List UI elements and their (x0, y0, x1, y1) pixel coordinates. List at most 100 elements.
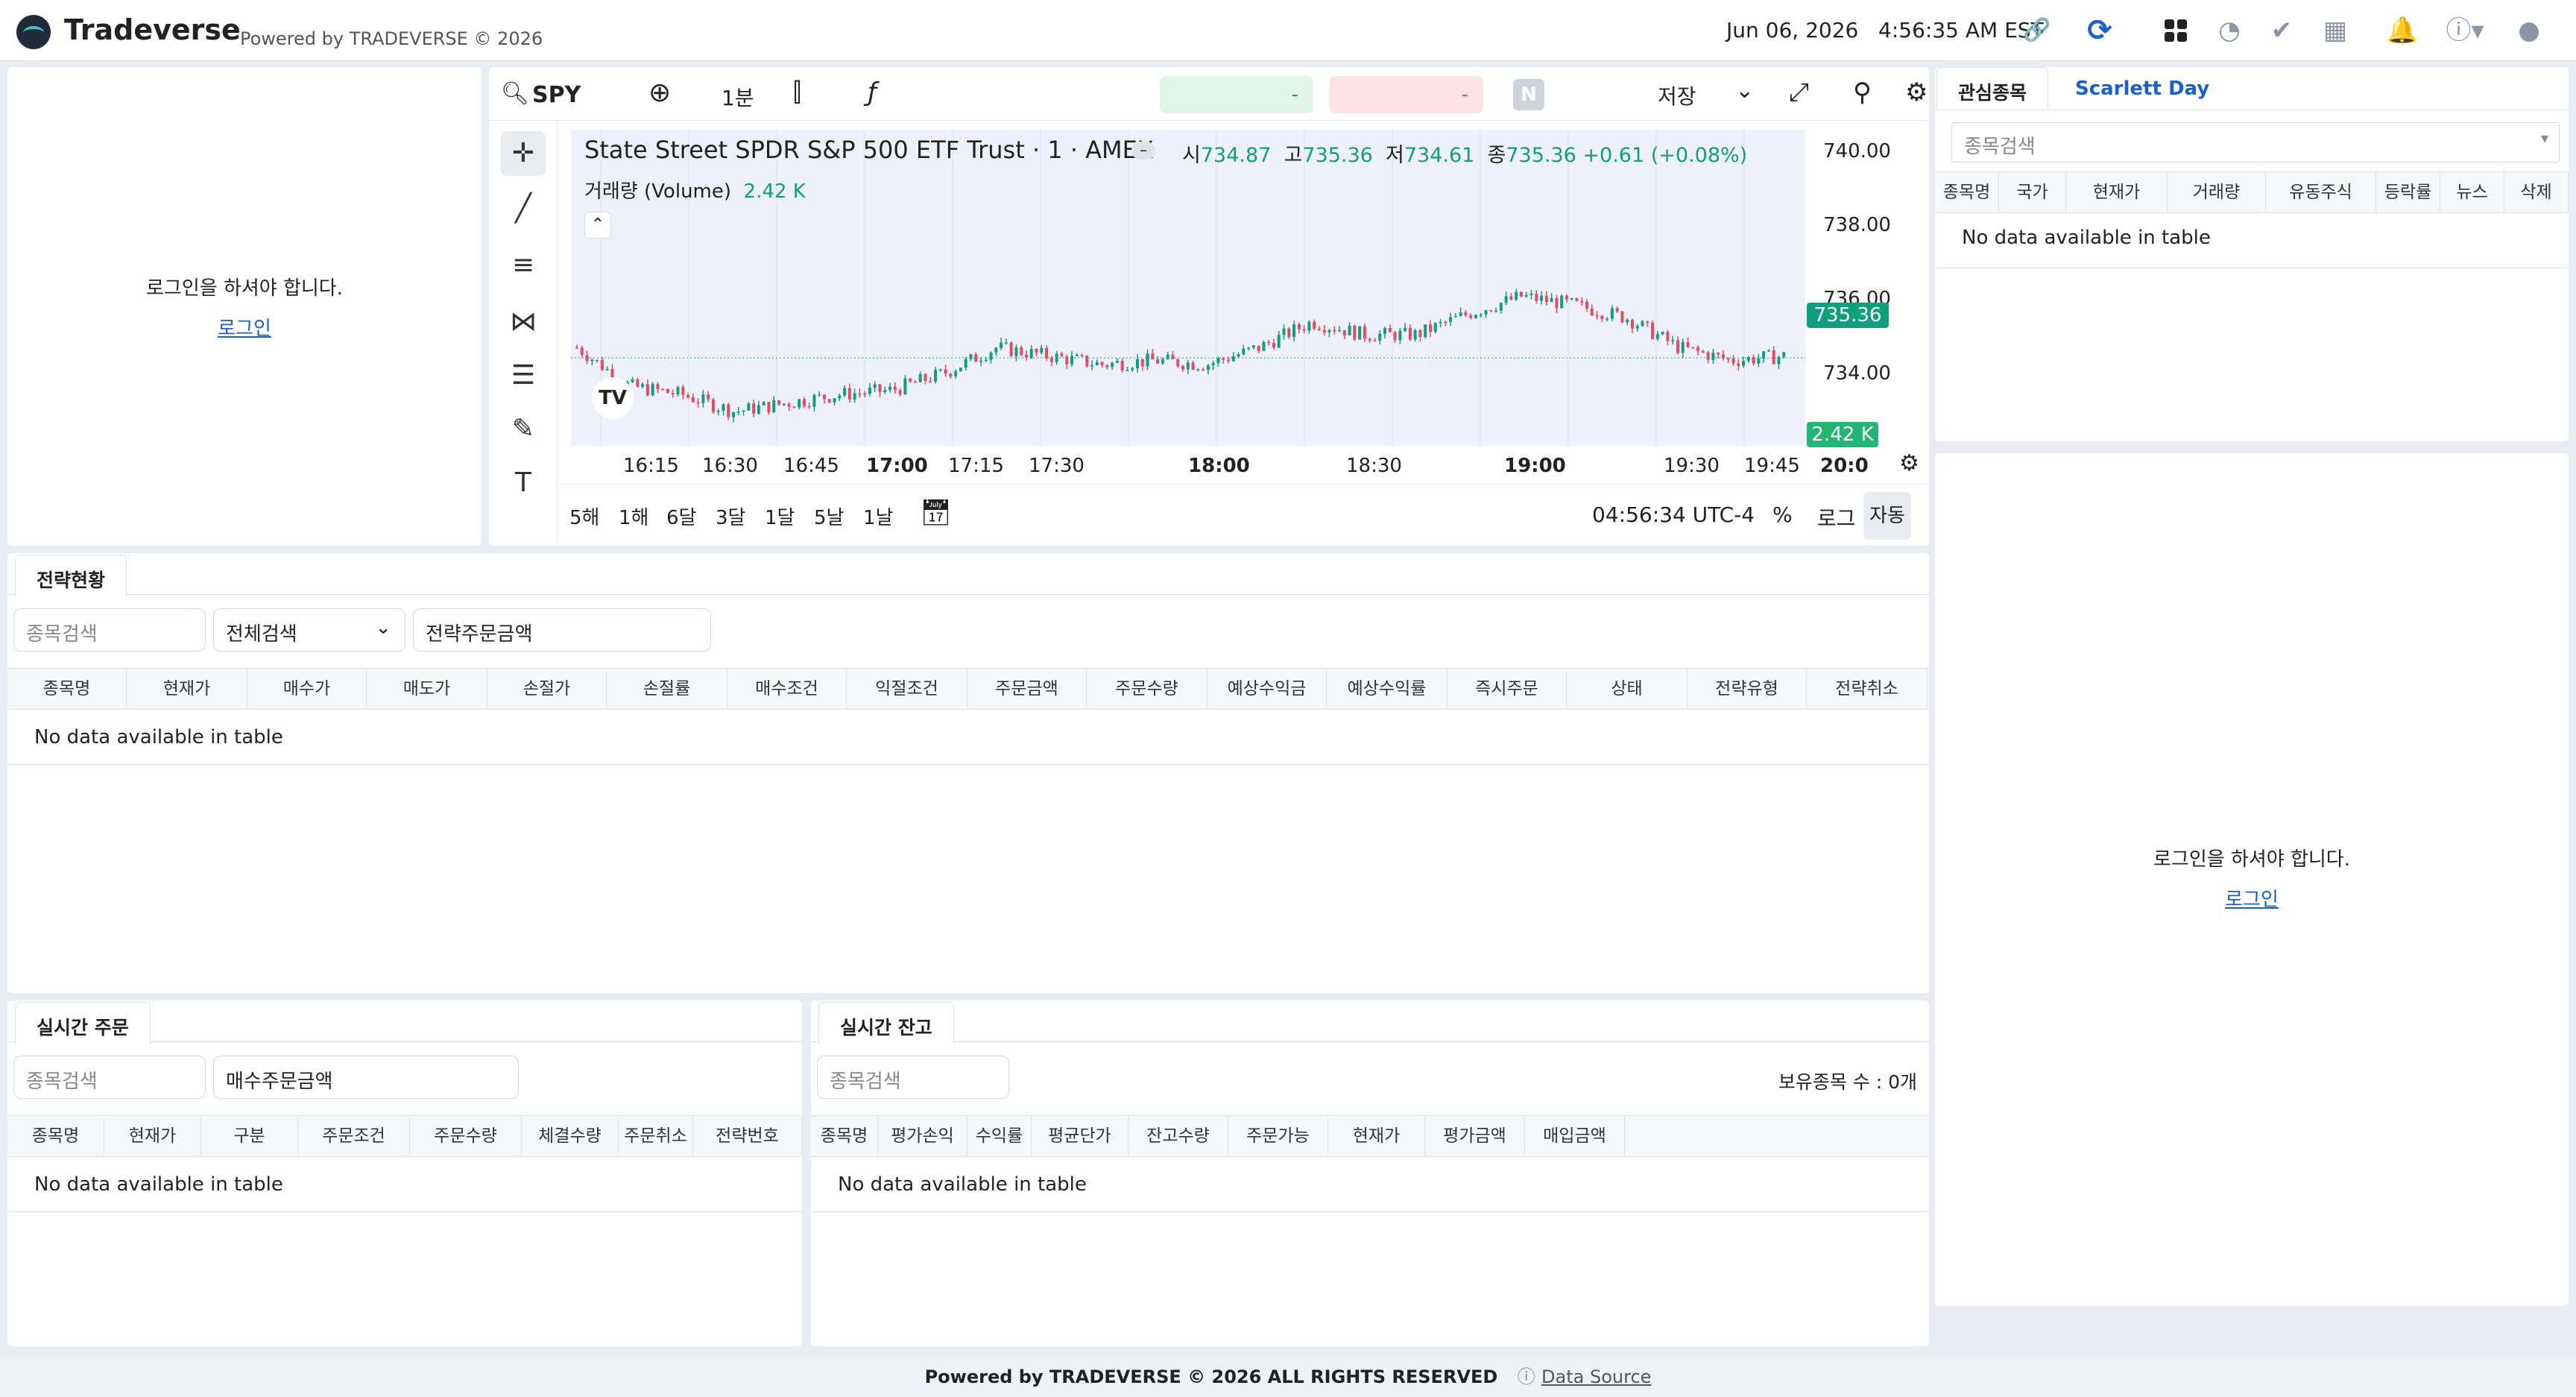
column-header[interactable]: 종목명 (1935, 172, 1999, 212)
column-header[interactable]: 손절률 (607, 669, 727, 709)
save-dropdown-chevron-icon[interactable]: ⌄ (1735, 78, 1754, 104)
price-axis[interactable]: 740.00 738.00 736.00 734.00 735.36 2.42 … (1805, 130, 1929, 447)
column-header[interactable]: 현재가 (1328, 1116, 1425, 1156)
column-header[interactable]: 체결수량 (522, 1116, 619, 1156)
fullscreen-icon[interactable]: ⤢ (1789, 78, 1809, 107)
range-5d[interactable]: 5날 (814, 502, 844, 530)
column-header[interactable]: 매수조건 (727, 669, 847, 709)
tab-realtime-balance[interactable]: 실시간 잔고 (818, 1002, 954, 1044)
tradingview-logo-icon[interactable]: TV (592, 377, 634, 419)
column-header[interactable]: 구분 (201, 1116, 298, 1156)
verified-badge-icon[interactable]: ✔ (2264, 13, 2299, 48)
range-5y[interactable]: 5해 (569, 502, 599, 530)
column-header[interactable]: 유동주식 (2266, 172, 2376, 212)
column-header[interactable]: 매도가 (367, 669, 487, 709)
login-link[interactable]: 로그인 (2225, 889, 2279, 911)
column-header[interactable]: 상태 (1567, 669, 1688, 709)
column-header[interactable]: 현재가 (104, 1116, 201, 1156)
column-header[interactable]: 전략유형 (1688, 669, 1807, 709)
crosshair-tool-icon[interactable]: ✛ (501, 131, 546, 176)
text-tool-icon[interactable]: T (501, 461, 546, 505)
tab-realtime-orders[interactable]: 실시간 주문 (15, 1002, 151, 1044)
compare-add-icon[interactable]: ⊕ (648, 78, 671, 108)
column-header[interactable]: 평가금액 (1425, 1116, 1525, 1156)
range-1y[interactable]: 1해 (619, 502, 648, 530)
time-axis[interactable]: 16:15 16:30 16:45 17:00 17:15 17:30 18:0… (558, 446, 1929, 485)
column-header[interactable]: 국가 (1999, 172, 2066, 212)
candle-type-icon[interactable]: ⫿ (793, 78, 801, 107)
range-1m[interactable]: 1달 (765, 502, 795, 530)
user-avatar-icon[interactable]: ● (2512, 13, 2546, 48)
apps-grid-icon[interactable] (2159, 13, 2193, 48)
column-header[interactable]: 주문수량 (410, 1116, 522, 1156)
column-header[interactable]: 등락률 (2376, 172, 2440, 212)
tradeverse-logo-icon[interactable] (16, 15, 51, 49)
column-header[interactable]: 예상수익금 (1208, 669, 1327, 709)
symbol-name[interactable]: SPY (532, 82, 581, 108)
tab-strategy-status[interactable]: 전략현황 (15, 555, 127, 596)
calculator-icon[interactable]: ▦ (2318, 13, 2352, 48)
symbol-search-icon[interactable]: 🔍︎ (501, 81, 529, 107)
login-link[interactable]: 로그인 (218, 318, 271, 340)
column-header[interactable]: 거래량 (2168, 172, 2266, 212)
ask-button[interactable]: - (1330, 76, 1483, 113)
column-header[interactable]: 종목명 (811, 1116, 878, 1156)
link-icon[interactable]: 🔗 (2020, 13, 2054, 48)
refresh-icon[interactable]: ⟳ (2083, 13, 2117, 48)
bell-icon[interactable]: 🔔 (2385, 13, 2419, 48)
range-1d[interactable]: 1날 (863, 502, 893, 530)
strategy-amount-input[interactable]: 전략주문금액 (413, 608, 711, 652)
percent-scale-toggle[interactable]: % (1772, 502, 1793, 527)
axis-settings-icon[interactable]: ⚙ (1899, 450, 1919, 476)
quick-search-icon[interactable]: ⚲ (1853, 78, 1872, 107)
column-header[interactable]: 주문가능 (1228, 1116, 1328, 1156)
column-header[interactable]: 전략번호 (693, 1116, 802, 1156)
column-header[interactable]: 삭제 (2504, 172, 2569, 212)
strategy-search-input[interactable]: 종목검색 (13, 608, 206, 652)
column-header[interactable]: 주문금액 (967, 669, 1087, 709)
tab-watchlist[interactable]: 관심종목 (1936, 67, 2049, 109)
settings-gear-icon[interactable]: ⚙ (1905, 78, 1928, 107)
column-header[interactable]: 전략취소 (1807, 669, 1928, 709)
column-header[interactable]: 주문수량 (1087, 669, 1208, 709)
balance-search-input[interactable]: 종목검색 (817, 1056, 1009, 1099)
column-header[interactable]: 예상수익률 (1327, 669, 1448, 709)
trend-line-tool-icon[interactable]: ╱ (501, 186, 546, 231)
collapse-legend-icon[interactable]: – (1131, 142, 1155, 160)
strategy-search-select[interactable]: 전체검색 ⌄ (213, 608, 405, 652)
strategy-gauge-icon[interactable]: ◔ (2212, 13, 2247, 48)
indicators-fx-icon[interactable]: ƒ (868, 78, 877, 107)
column-header[interactable]: 즉시주문 (1448, 669, 1567, 709)
interval-select[interactable]: 1분 (722, 82, 754, 112)
bid-button[interactable]: - (1160, 76, 1313, 113)
brush-tool-icon[interactable]: ✎ (501, 407, 546, 452)
log-scale-toggle[interactable]: 로그 (1817, 502, 1856, 532)
column-header[interactable]: 종목명 (7, 669, 127, 709)
range-6m[interactable]: 6달 (666, 502, 696, 530)
news-badge[interactable]: N (1513, 79, 1544, 110)
alert-menu-icon[interactable]: ⓘ▾ (2439, 13, 2491, 48)
column-header[interactable]: 종목명 (7, 1116, 104, 1156)
column-header[interactable]: 잔고수량 (1128, 1116, 1228, 1156)
tab-scarlett-day[interactable]: Scarlett Day (2075, 78, 2209, 100)
column-header[interactable]: 평가손익 (878, 1116, 967, 1156)
fib-lines-tool-icon[interactable]: ≡ (501, 243, 546, 288)
orders-search-input[interactable]: 종목검색 (13, 1056, 206, 1099)
orders-amount-input[interactable]: 매수주문금액 (213, 1056, 519, 1099)
column-header[interactable]: 익절조건 (847, 669, 967, 709)
range-3m[interactable]: 3달 (716, 502, 745, 530)
column-header[interactable]: 매수가 (247, 669, 367, 709)
timezone-clock[interactable]: 04:56:34 UTC-4 (1592, 502, 1755, 527)
column-header[interactable]: 뉴스 (2440, 172, 2504, 212)
auto-scale-toggle[interactable]: 자동 (1863, 492, 1911, 540)
column-header[interactable]: 주문조건 (298, 1116, 410, 1156)
column-header[interactable]: 수익률 (967, 1116, 1032, 1156)
goto-date-calendar-icon[interactable]: 📅︎ (920, 498, 952, 528)
data-source-link[interactable]: Data Source (1541, 1366, 1651, 1387)
save-layout-button[interactable]: 저장 (1658, 81, 1696, 110)
pattern-tool-icon[interactable]: ⋈ (501, 300, 546, 344)
collapse-panes-icon[interactable]: ⌃ (584, 212, 611, 239)
column-header[interactable]: 손절가 (487, 669, 607, 709)
column-header[interactable]: 평균단가 (1032, 1116, 1128, 1156)
column-header[interactable]: 주문취소 (619, 1116, 693, 1156)
